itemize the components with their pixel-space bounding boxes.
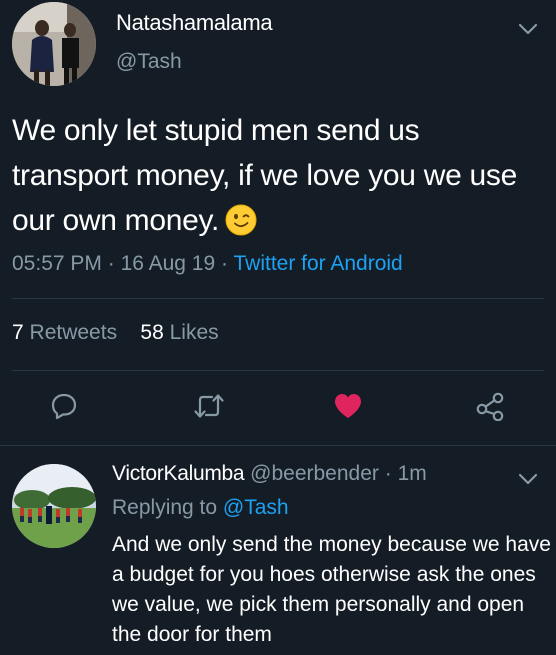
- share-button[interactable]: [472, 390, 508, 422]
- user-handle[interactable]: @Tash: [116, 50, 182, 74]
- tweet-stats: 7 Retweets 58 Likes: [12, 321, 219, 345]
- reply-header: VictorKalumba @beerbender · 1m: [112, 462, 427, 486]
- meta-separator: ·: [221, 252, 229, 275]
- divider: [12, 298, 544, 299]
- replying-to-link[interactable]: @Tash: [223, 496, 289, 519]
- likes-stat[interactable]: 58 Likes: [140, 321, 218, 344]
- meta-separator: ·: [384, 462, 392, 485]
- share-icon: [476, 392, 504, 421]
- retweets-stat[interactable]: 7 Retweets: [12, 321, 117, 344]
- reply-text: And we only send the money because we ha…: [112, 533, 551, 646]
- reply-button[interactable]: [46, 390, 82, 422]
- heart-icon: [335, 394, 361, 418]
- likes-label: Likes: [169, 321, 219, 344]
- replying-label: Replying to: [112, 496, 218, 519]
- like-button[interactable]: [330, 390, 366, 422]
- retweets-label: Retweets: [29, 321, 118, 344]
- likes-count: 58: [140, 321, 164, 344]
- tweet-text-content: We only let stupid men send us transport…: [12, 114, 517, 237]
- retweet-icon: [194, 394, 224, 418]
- replying-to: Replying to @Tash: [112, 496, 289, 520]
- tweet-meta: 05:57 PM · 16 Aug 19 · Twitter for Andro…: [12, 252, 403, 276]
- chevron-down-icon[interactable]: [518, 472, 538, 486]
- avatar[interactable]: [12, 2, 96, 86]
- winking-face-icon: [225, 204, 257, 249]
- display-name[interactable]: Natashamalama: [116, 10, 273, 36]
- reply-tweet[interactable]: VictorKalumba @beerbender · 1m Replying …: [0, 446, 556, 655]
- main-tweet: Natashamalama @Tash We only let stupid m…: [0, 0, 556, 445]
- meta-separator: ·: [107, 252, 115, 275]
- tweet-date: 16 Aug 19: [120, 252, 216, 275]
- reply-user-handle[interactable]: @beerbender: [250, 462, 379, 485]
- divider: [12, 370, 544, 371]
- retweets-count: 7: [12, 321, 24, 344]
- reply-icon: [51, 393, 77, 420]
- retweet-button[interactable]: [191, 390, 227, 422]
- tweet-text: We only let stupid men send us transport…: [12, 108, 542, 249]
- tweet-time: 05:57 PM: [12, 252, 102, 275]
- chevron-down-icon[interactable]: [518, 22, 538, 36]
- tweet-source-link[interactable]: Twitter for Android: [233, 252, 402, 275]
- avatar[interactable]: [12, 464, 96, 548]
- reply-time: 1m: [397, 462, 427, 485]
- reply-display-name[interactable]: VictorKalumba: [112, 462, 245, 485]
